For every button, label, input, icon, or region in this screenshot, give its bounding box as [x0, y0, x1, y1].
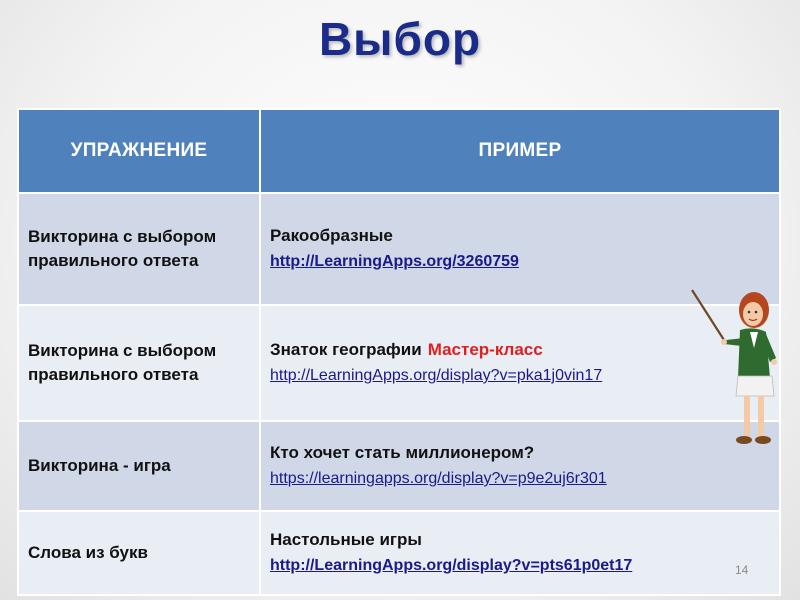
example-name: Ракообразные: [270, 226, 393, 245]
table-header-row: УПРАЖНЕНИЕ ПРИМЕР: [17, 108, 781, 194]
master-class-label: Мастер-класс: [427, 340, 543, 359]
example-link[interactable]: https://learningapps.org/display?v=p9e2u…: [270, 466, 770, 492]
table-row: Викторина - игра Кто хочет стать миллион…: [17, 420, 781, 512]
page-number: 14: [735, 563, 749, 577]
slide-title: Выбор: [318, 13, 482, 65]
teacher-with-pointer-icon: [691, 289, 777, 444]
exercise-cell: Слова из букв: [17, 510, 261, 596]
exercise-table: УПРАЖНЕНИЕ ПРИМЕР Викторина с выбором пр…: [17, 108, 781, 596]
exercise-cell: Викторина с выбором правильного ответа: [17, 192, 261, 306]
example-link[interactable]: http://LearningApps.org/display?v=pts61p…: [270, 553, 770, 579]
example-link[interactable]: http://LearningApps.org/3260759: [270, 249, 770, 275]
example-name: Знаток географии: [270, 340, 422, 359]
exercise-cell: Викторина - игра: [17, 420, 261, 512]
header-exercise: УПРАЖНЕНИЕ: [17, 108, 261, 194]
table-row: Слова из букв Настольные игры http://Lea…: [17, 510, 781, 596]
table-row: Викторина с выбором правильного ответа З…: [17, 304, 781, 422]
table-row: Викторина с выбором правильного ответа Р…: [17, 192, 781, 306]
example-cell: Настольные игры http://LearningApps.org/…: [259, 510, 781, 596]
header-example: ПРИМЕР: [259, 108, 781, 194]
exercise-cell: Викторина с выбором правильного ответа: [17, 304, 261, 422]
example-name: Настольные игры: [270, 530, 422, 549]
